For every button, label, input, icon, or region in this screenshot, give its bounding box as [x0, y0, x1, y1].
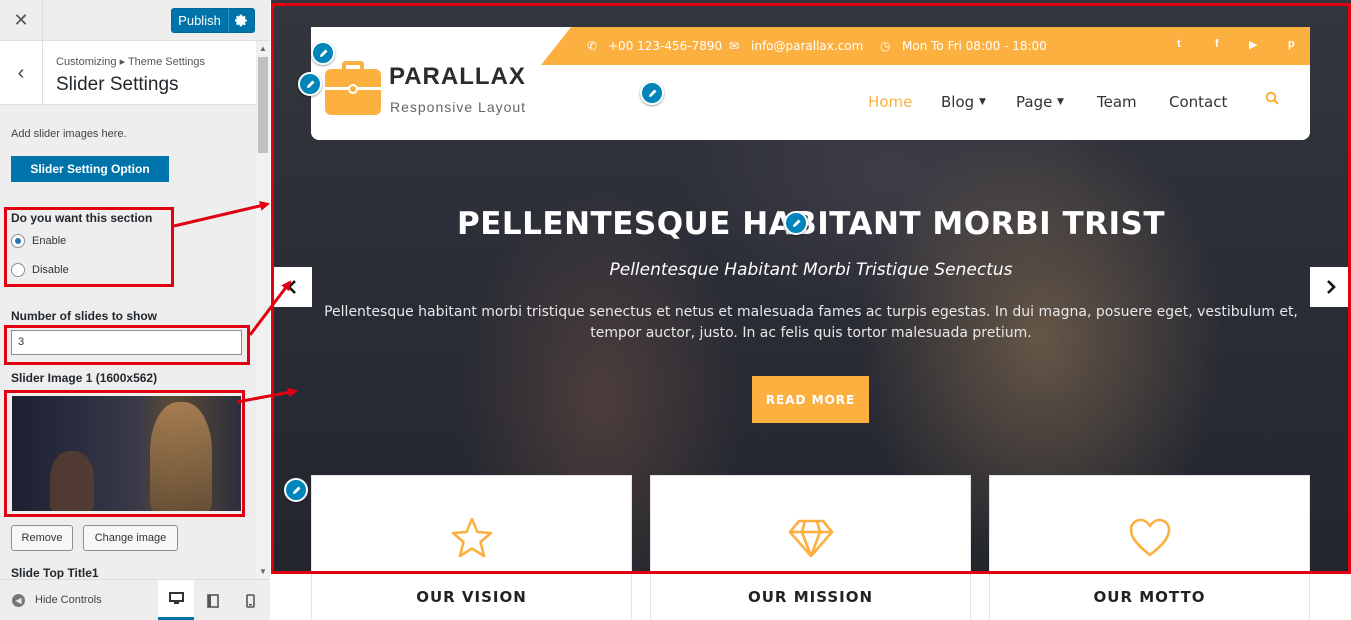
site-header: ✆ +00 123-456-7890 ✉ info@parallax.com ◷… — [311, 27, 1310, 140]
disable-radio[interactable] — [11, 263, 25, 277]
enable-radio[interactable] — [11, 234, 25, 248]
scroll-thumb[interactable] — [258, 57, 268, 153]
change-image-button[interactable]: Change image — [83, 525, 178, 551]
edit-pencil-icon[interactable] — [784, 211, 808, 235]
pinterest-icon[interactable]: p — [1288, 38, 1295, 50]
desktop-icon[interactable] — [158, 580, 194, 620]
feature-card-motto: OUR MOTTO — [989, 475, 1310, 620]
back-arrow-icon[interactable]: ‹ — [0, 41, 43, 105]
edit-pencil-icon[interactable] — [298, 72, 322, 96]
top-bar-slant — [541, 27, 571, 65]
clock-icon: ◷ — [880, 39, 891, 53]
tablet-icon[interactable] — [195, 580, 231, 620]
section-toggle-label: Do you want this section — [11, 211, 153, 225]
nav-blog-caret-icon: ▼ — [979, 97, 986, 107]
hours-text: Mon To Fri 08:00 - 18:00 — [902, 39, 1047, 53]
remove-image-button[interactable]: Remove — [11, 525, 73, 551]
phone-text: +00 123-456-7890 — [608, 39, 723, 53]
nav-contact[interactable]: Contact — [1169, 93, 1227, 111]
customizer-topbar: ✕ Publish — [0, 0, 270, 41]
edit-pencil-icon[interactable] — [284, 478, 308, 502]
slides-count-input[interactable]: 3 — [11, 330, 242, 355]
customizer-footer: ◀ Hide Controls — [0, 579, 270, 620]
enable-radio-label[interactable]: Enable — [32, 235, 66, 247]
slider-setting-option-button[interactable]: Slider Setting Option — [11, 156, 169, 182]
collapse-icon[interactable]: ◀ — [12, 594, 25, 607]
site-logo-tagline: Responsive Layout — [390, 99, 527, 115]
close-icon[interactable]: ✕ — [0, 0, 43, 41]
edit-pencil-icon[interactable] — [311, 41, 335, 65]
nav-home[interactable]: Home — [868, 93, 912, 111]
briefcase-icon-lock — [348, 84, 358, 94]
facebook-icon[interactable]: f — [1215, 38, 1219, 50]
sidebar-scrollbar[interactable]: ▲ ▼ — [256, 41, 270, 579]
nav-page-caret-icon: ▼ — [1057, 97, 1064, 107]
slider-image-label: Slider Image 1 (1600x562) — [11, 371, 158, 385]
scroll-down-icon[interactable]: ▼ — [259, 567, 267, 576]
search-icon[interactable] — [1265, 91, 1279, 109]
publish-button[interactable]: Publish — [171, 8, 228, 33]
breadcrumb: Customizing ▸ Theme Settings — [56, 56, 205, 68]
hide-controls-button[interactable]: Hide Controls — [35, 594, 102, 606]
twitter-icon[interactable]: t — [1177, 38, 1181, 50]
panel-description: Add slider images here. — [11, 128, 127, 140]
nav-page[interactable]: Page — [1016, 93, 1052, 111]
disable-radio-label[interactable]: Disable — [32, 264, 69, 276]
hero-subtitle: Pellentesque Habitant Morbi Tristique Se… — [609, 260, 1013, 280]
next-field-label: Slide Top Title1 — [11, 566, 99, 580]
feature-title-motto: OUR MOTTO — [1093, 588, 1206, 606]
email-text[interactable]: info@parallax.com — [751, 39, 863, 53]
email-icon: ✉ — [729, 39, 740, 53]
heart-icon — [990, 516, 1309, 560]
gear-icon[interactable] — [228, 8, 255, 33]
star-icon — [312, 516, 631, 560]
youtube-icon[interactable]: ▶ — [1249, 38, 1257, 51]
site-preview: ✆ +00 123-456-7890 ✉ info@parallax.com ◷… — [271, 0, 1351, 620]
customizer-sidebar: ✕ Publish ‹ Customizing ▸ Theme Settings… — [0, 0, 270, 620]
edit-pencil-icon[interactable] — [640, 81, 664, 105]
panel-title: Slider Settings — [56, 74, 179, 95]
phone-icon: ✆ — [587, 39, 598, 53]
hero-title: PELLENTESQUE HABITANT MORBI TRIST — [457, 206, 1165, 242]
read-more-button[interactable]: READ MORE — [752, 376, 869, 423]
thumbnail-figure-right — [150, 402, 212, 511]
thumbnail-figure-left — [50, 451, 94, 511]
hero-body: Pellentesque habitant morbi tristique se… — [324, 304, 1298, 341]
feature-title-vision: OUR VISION — [416, 588, 527, 606]
feature-card-mission: OUR MISSION — [650, 475, 971, 620]
nav-team[interactable]: Team — [1097, 93, 1137, 111]
scroll-up-icon[interactable]: ▲ — [259, 44, 267, 53]
slides-count-label: Number of slides to show — [11, 309, 158, 323]
slider-image-thumbnail[interactable] — [12, 396, 241, 511]
feature-title-mission: OUR MISSION — [747, 588, 874, 606]
slider-prev-icon[interactable] — [271, 267, 312, 307]
panel-header: ‹ Customizing ▸ Theme Settings Slider Se… — [0, 41, 256, 105]
feature-card-vision: OUR VISION — [311, 475, 632, 620]
mobile-icon[interactable] — [232, 580, 268, 620]
diamond-icon — [651, 516, 970, 560]
nav-blog[interactable]: Blog — [941, 93, 974, 111]
slider-next-icon[interactable] — [1310, 267, 1351, 307]
site-logo-name[interactable]: PARALLAX — [389, 63, 526, 91]
